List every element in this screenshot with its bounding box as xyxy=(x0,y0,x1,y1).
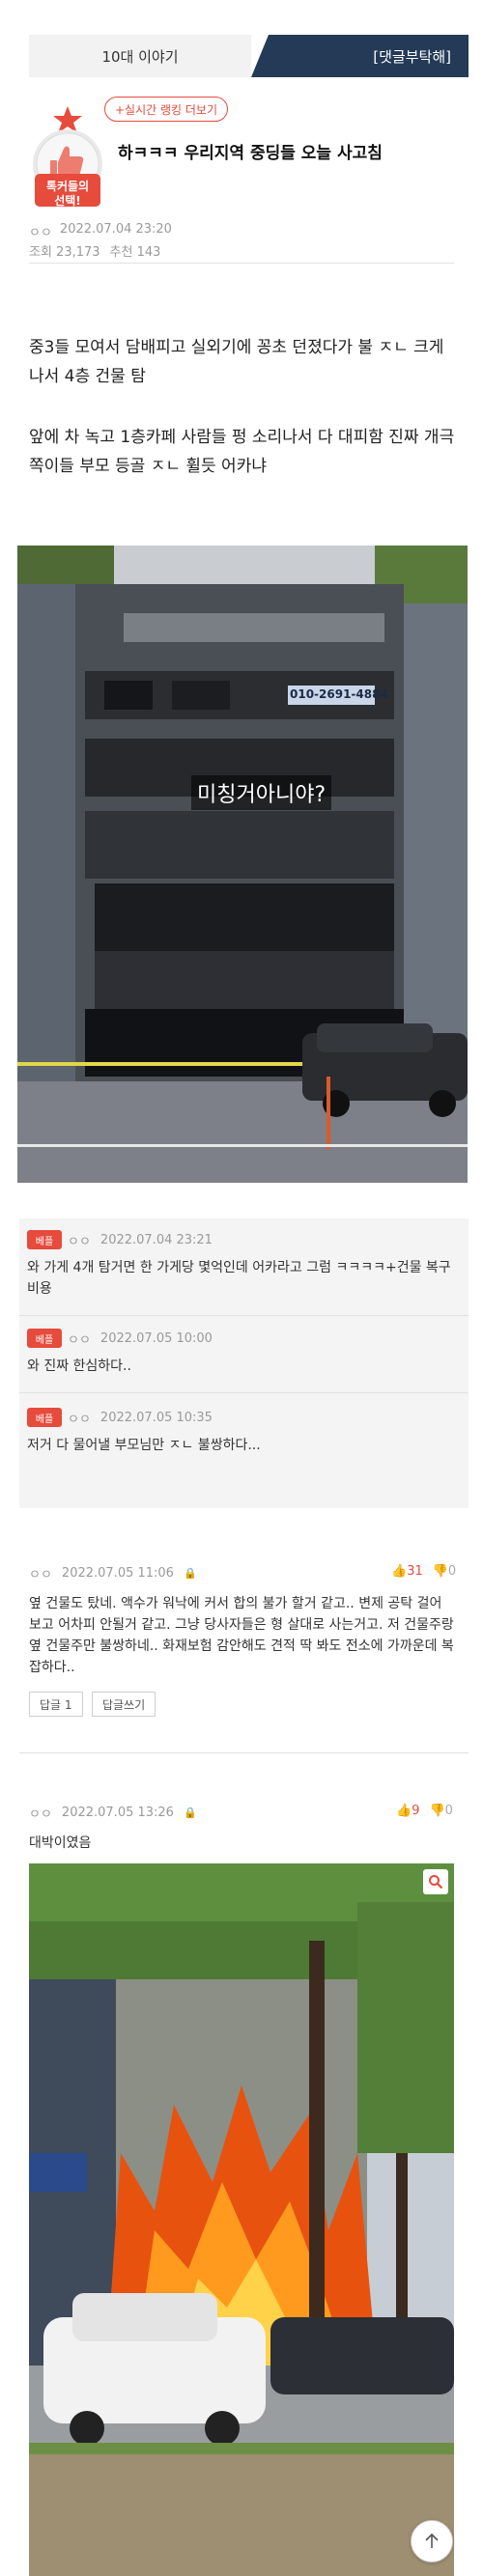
post-stats: 조회 23,173 추천 143 xyxy=(29,241,160,260)
comment-meta: ㅇㅇ 2022.07.05 13:26 🔒 xyxy=(29,1804,197,1822)
post-date: 2022.07.04 23:20 xyxy=(59,222,172,237)
comment-author: ㅇㅇ xyxy=(29,1568,52,1582)
post-paragraph-2: 앞에 차 녹고 1층카페 사람들 펑 소리나서 다 대피함 진짜 개극쪽이들 부… xyxy=(29,428,455,476)
reply-count-button[interactable]: 답글 1 xyxy=(29,1692,83,1717)
scroll-top-button[interactable] xyxy=(411,2520,453,2562)
arrow-up-icon xyxy=(425,2533,439,2548)
best-comment-author: ㅇㅇ xyxy=(68,1235,91,1249)
best-comment-text: 와 진짜 한심하다.. xyxy=(27,1358,131,1374)
best-comment-tag: 베플 xyxy=(27,1329,62,1348)
image-caption: 미칭거아니야? xyxy=(191,775,332,810)
lock-icon: 🔒 xyxy=(183,1567,197,1580)
best-comment-divider xyxy=(19,1392,469,1393)
comment-divider xyxy=(19,1752,469,1753)
realtime-ranking-link[interactable]: +실시간 랭킹 더보기 xyxy=(104,97,229,122)
best-comment-meta: ㅇㅇ 2022.07.05 10:00 xyxy=(68,1330,213,1348)
comment-text: 대박이였음 xyxy=(29,1835,92,1851)
downvote-count: 0 xyxy=(444,1804,453,1818)
comment-image-fire[interactable] xyxy=(29,1863,454,2576)
best-comment-tag: 베플 xyxy=(27,1230,62,1249)
upvote-count: 31 xyxy=(407,1564,423,1579)
post-author: ㅇㅇ xyxy=(29,226,52,240)
best-comment-meta: ㅇㅇ 2022.07.04 23:21 xyxy=(68,1231,213,1249)
comment-votes: 👍31 👎0 xyxy=(391,1564,456,1579)
post-title: 하ㅋㅋㅋ 우리지역 중딩들 오늘 사고침 xyxy=(118,144,383,163)
burned-building-illustration xyxy=(17,546,468,1183)
talkers-choice-badge: 톡커들의 선택! xyxy=(29,104,106,210)
fire-scene-illustration xyxy=(29,1863,454,2576)
tab-request-comments[interactable]: [댓글부탁해] xyxy=(251,35,469,77)
comment-votes: 👍9 👎0 xyxy=(396,1804,453,1818)
best-comment-text: 와 가게 4개 탐거면 한 가게당 몇억인데 어카라고 그럼 ㅋㅋㅋㅋ+건물 복… xyxy=(27,1260,451,1297)
best-comment-tag: 베플 xyxy=(27,1408,62,1427)
comment-date: 2022.07.05 13:26 xyxy=(61,1806,174,1820)
upvote-button[interactable]: 👍31 xyxy=(391,1564,423,1579)
best-comment-author: ㅇㅇ xyxy=(68,1333,91,1348)
downvote-button[interactable]: 👎0 xyxy=(433,1564,456,1579)
best-comment-date: 2022.07.05 10:00 xyxy=(99,1331,213,1346)
best-comment-divider xyxy=(19,1315,469,1316)
comment-text: 옆 건물도 탔네. 액수가 워낙에 커서 합의 불가 할거 같고.. 변제 공탁… xyxy=(29,1596,454,1675)
best-comment-date: 2022.07.05 10:35 xyxy=(99,1411,213,1425)
comment-author: ㅇㅇ xyxy=(29,1807,52,1822)
upvote-button[interactable]: 👍9 xyxy=(396,1804,419,1818)
comment-date: 2022.07.05 11:06 xyxy=(61,1566,174,1581)
badge-line2: 선택! xyxy=(54,194,81,208)
best-comment-author: ㅇㅇ xyxy=(68,1413,91,1427)
best-comment-meta: ㅇㅇ 2022.07.05 10:35 xyxy=(68,1409,213,1427)
header-divider xyxy=(29,263,454,264)
post-paragraph-1: 중3들 모여서 담배피고 실외기에 꽁초 던졌다가 불 ㅈㄴ 크게 나서 4층 … xyxy=(29,338,444,386)
best-comments-section: 베플 ㅇㅇ 2022.07.04 23:21 와 가게 4개 탐거면 한 가게당… xyxy=(19,1218,469,1508)
best-comment-date: 2022.07.04 23:21 xyxy=(99,1233,213,1247)
page: 10대 이야기 [댓글부탁해] 톡커들의 선택! +실시간 랭킹 더보기 하ㅋㅋ… xyxy=(0,0,483,2576)
building-sign-text: 010-2691-4884 xyxy=(290,687,388,701)
comment-meta: ㅇㅇ 2022.07.05 11:06 🔒 xyxy=(29,1564,197,1582)
lock-icon: 🔒 xyxy=(183,1806,197,1819)
upvote-count: 9 xyxy=(412,1804,420,1818)
magnifier-icon xyxy=(429,1875,443,1890)
downvote-button[interactable]: 👎0 xyxy=(429,1804,452,1818)
post-views: 조회 23,173 xyxy=(29,245,100,260)
best-comment-text: 저거 다 물어낼 부모님만 ㅈㄴ 불쌍하다... xyxy=(27,1438,261,1453)
post-image-burned-building[interactable]: 010-2691-4884 미칭거아니야? xyxy=(17,546,468,1183)
tab-category[interactable]: 10대 이야기 xyxy=(29,35,251,77)
zoom-search-icon[interactable] xyxy=(423,1869,448,1894)
category-bar: 10대 이야기 [댓글부탁해] xyxy=(29,35,469,77)
post-recommend: 추천 143 xyxy=(109,245,161,260)
downvote-count: 0 xyxy=(447,1564,457,1579)
post-meta: ㅇㅇ 2022.07.04 23:20 xyxy=(29,222,172,240)
write-reply-button[interactable]: 답글쓰기 xyxy=(92,1692,156,1717)
